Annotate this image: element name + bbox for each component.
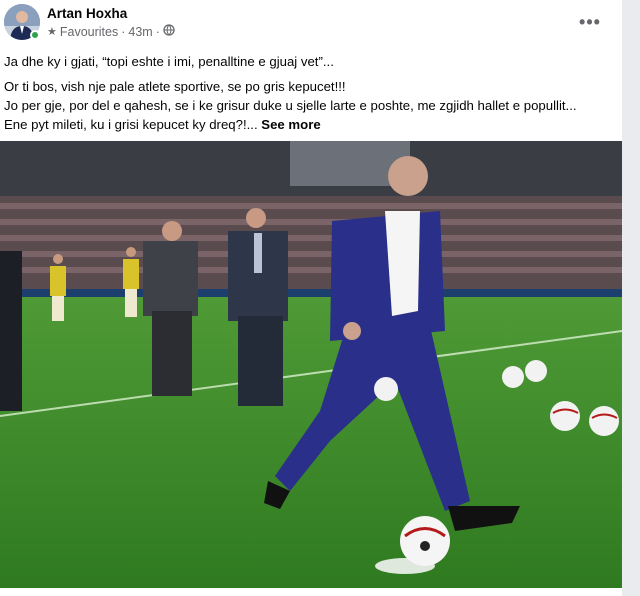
globe-icon bbox=[163, 24, 175, 39]
post-header: Artan Hoxha ★ Favourites · 43m · ••• bbox=[0, 0, 622, 44]
facebook-post-card: Artan Hoxha ★ Favourites · 43m · ••• Ja … bbox=[0, 0, 622, 596]
see-more-link[interactable]: See more bbox=[261, 117, 320, 132]
football-main bbox=[400, 516, 450, 566]
post-text-line-4-content: Ene pyt mileti, ku i grisi kepucet ky dr… bbox=[4, 117, 258, 132]
author-name[interactable]: Artan Hoxha bbox=[47, 6, 127, 21]
online-status-dot bbox=[30, 30, 40, 40]
post-text-line-2: Or ti bos, vish nje pale atlete sportive… bbox=[4, 79, 346, 94]
post-text-line-3: Jo per gje, por del e qahesh, se i ke gr… bbox=[4, 98, 577, 113]
more-options-icon[interactable]: ••• bbox=[574, 10, 606, 34]
post-text-line-1: Ja dhe ky i gjati, “topi eshte i imi, pe… bbox=[4, 54, 334, 69]
post-photo[interactable] bbox=[0, 141, 622, 588]
post-timestamp[interactable]: 43m bbox=[128, 25, 152, 39]
post-text-line-4: Ene pyt mileti, ku i grisi kepucet ky dr… bbox=[4, 115, 618, 134]
post-meta: ★ Favourites · 43m · bbox=[47, 24, 175, 39]
meta-separator-2: · bbox=[155, 24, 160, 39]
post-text: Ja dhe ky i gjati, “topi eshte i imi, pe… bbox=[4, 52, 618, 134]
star-icon: ★ bbox=[47, 26, 57, 38]
meta-separator: · bbox=[121, 24, 126, 39]
audience-label[interactable]: Favourites bbox=[60, 25, 118, 39]
bystander-left bbox=[0, 251, 22, 411]
